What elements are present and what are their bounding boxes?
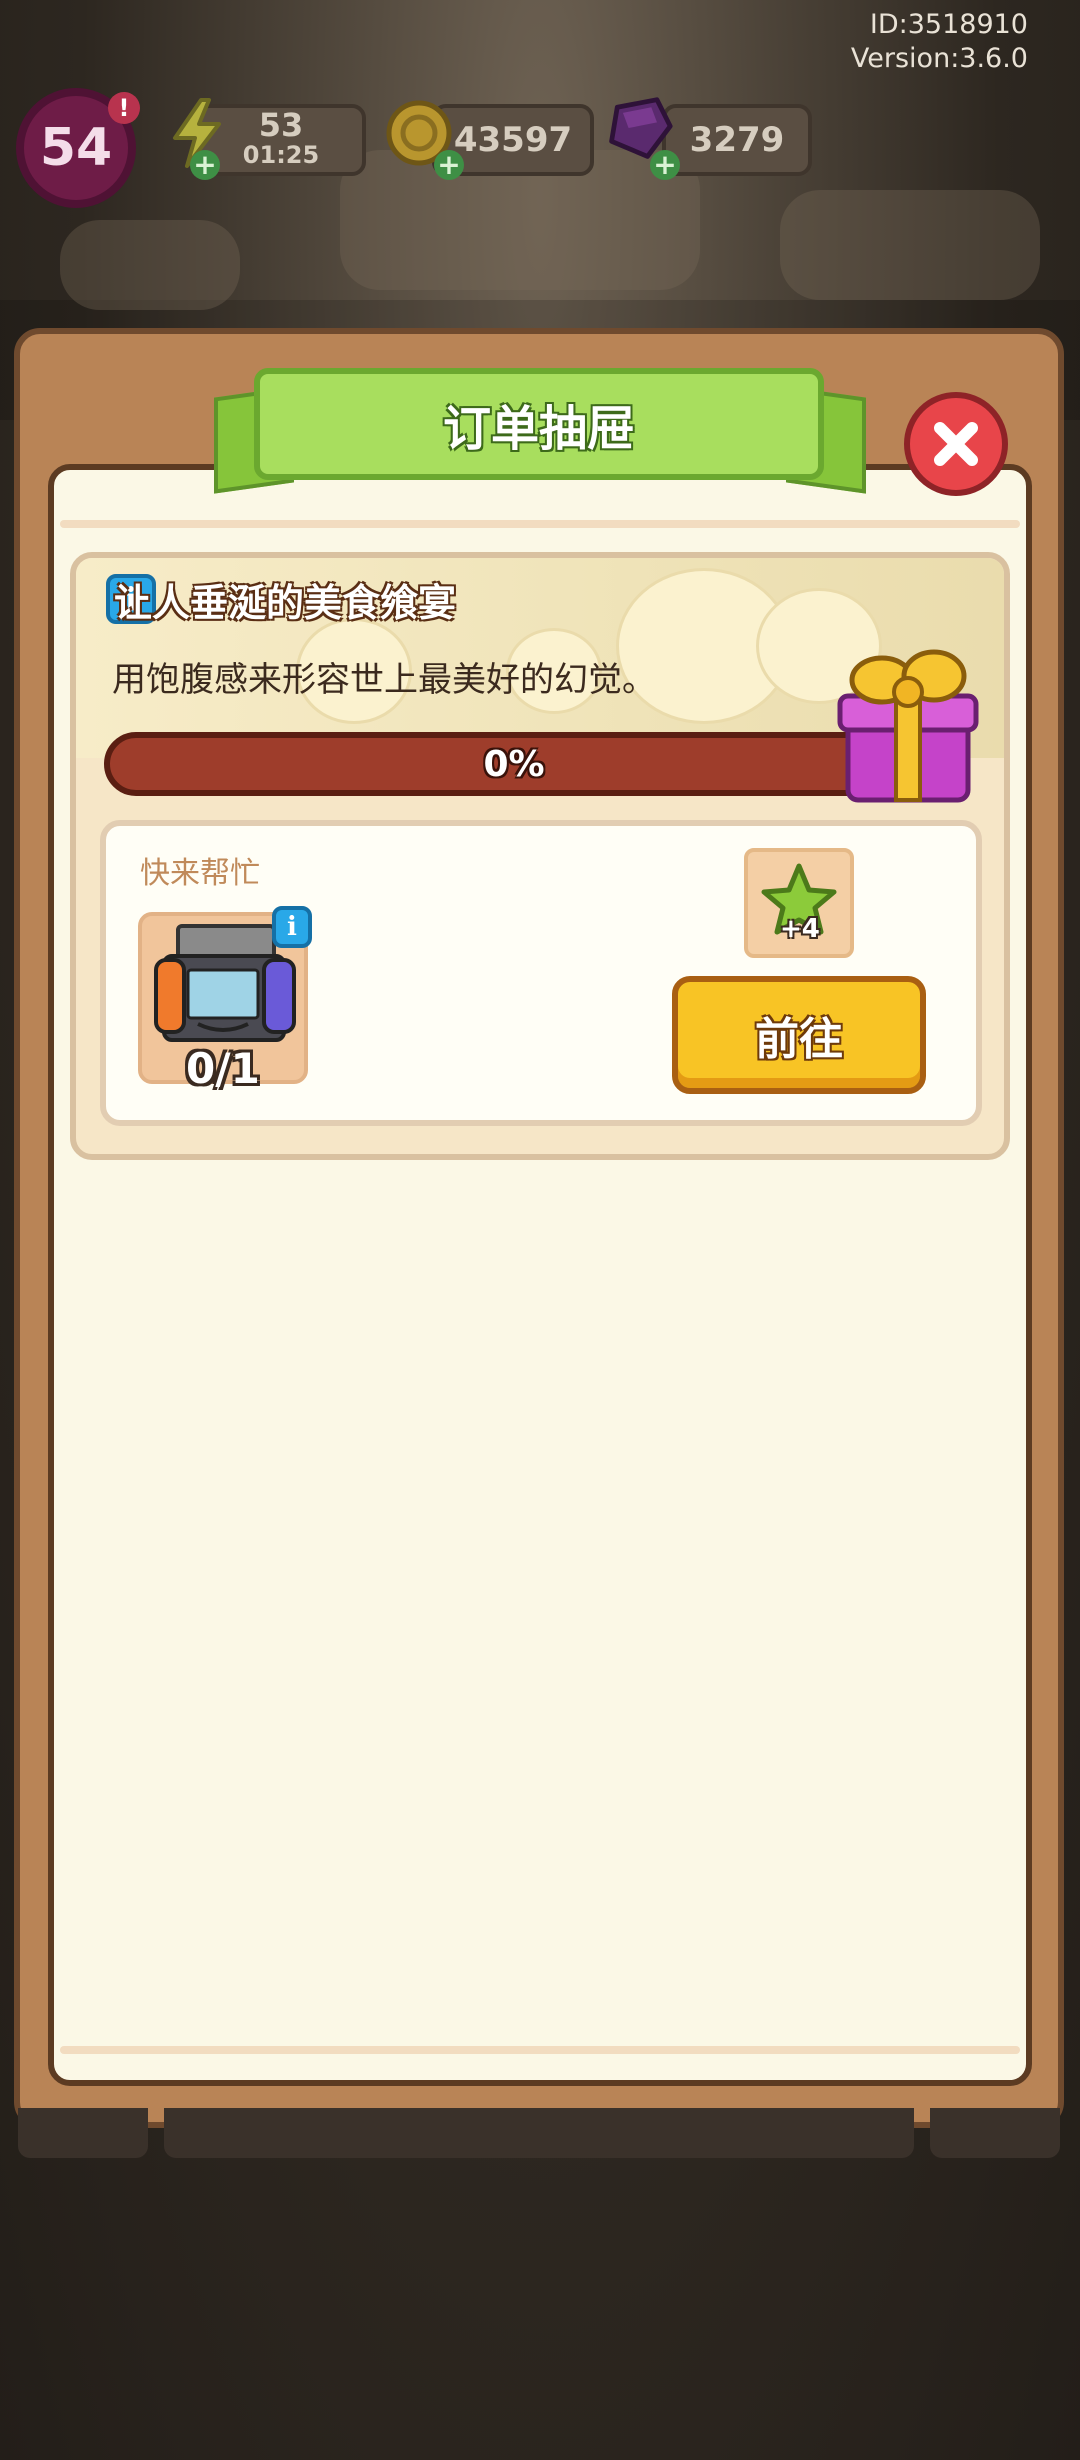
divider (60, 520, 1020, 528)
gem-value: 3279 (689, 120, 785, 160)
go-button[interactable]: 前往 (672, 976, 926, 1094)
add-gems-button[interactable]: + (650, 150, 680, 180)
task-label: 快来帮忙 (140, 856, 260, 891)
progress-percent: 0% (483, 743, 545, 785)
player-id-info: ID:3518910 Version:3.6.0 (851, 8, 1028, 76)
add-energy-button[interactable]: + (190, 150, 220, 180)
energy-timer: 01:25 (242, 141, 320, 169)
level-alert-icon: ! (108, 92, 140, 124)
divider (60, 2046, 1020, 2054)
add-coins-button[interactable]: + (434, 150, 464, 180)
reward-count: +4 (780, 914, 820, 944)
dialog-title-text: 订单抽屉 (442, 401, 635, 457)
go-button-label: 前往 (755, 1014, 843, 1065)
order-description: 用饱腹感来形容世上最美好的幻觉。 (112, 660, 656, 700)
close-button[interactable] (904, 392, 1008, 496)
gem-counter[interactable]: 3279 (662, 104, 812, 176)
coin-value: 43597 (453, 120, 573, 160)
close-x-icon (934, 422, 978, 466)
item-info-icon[interactable]: i (272, 906, 312, 948)
player-id: ID:3518910 (869, 9, 1028, 40)
game-version: Version:3.6.0 (850, 43, 1028, 74)
item-progress-count: 0/1 (186, 1044, 260, 1093)
energy-value: 53 (258, 106, 304, 144)
order-title: 让人垂涎的美食飨宴 (114, 581, 457, 625)
gift-box-icon[interactable] (834, 640, 982, 810)
order-progress-bar: 0% (104, 732, 924, 796)
level-number: 54 (39, 118, 113, 178)
dialog-title: 订单抽屉 (254, 368, 824, 480)
